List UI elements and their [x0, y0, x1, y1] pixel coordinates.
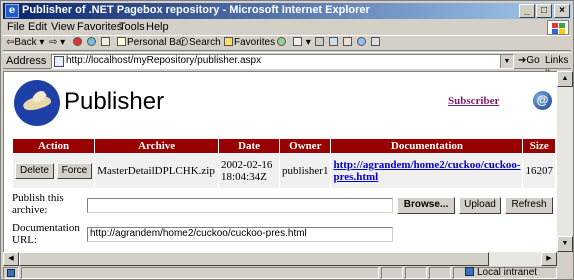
scroll-up-icon[interactable]: ▲ [557, 71, 573, 87]
back-button[interactable]: ⇦Back ▾ [6, 37, 44, 48]
horizontal-scrollbar[interactable]: ◀ ▶ [3, 252, 557, 266]
browser-window: e Publisher of .NET Pagebox repository -… [0, 0, 574, 280]
title-bar: e Publisher of .NET Pagebox repository -… [3, 3, 571, 19]
archive-file-input[interactable] [87, 198, 393, 213]
menu-favorites[interactable]: Favorites [77, 21, 122, 33]
documentation-url-input[interactable]: http://agrandem/home2/cuckoo/cuckoo-pres… [87, 227, 393, 242]
page-viewport: Publisher Subscriber @ Action Archive Da… [3, 71, 557, 252]
vertical-scrollbar[interactable]: ▲ ▼ [557, 71, 573, 252]
archive-field-label: Publish this archive: [12, 192, 64, 216]
status-icon-pane [3, 267, 19, 279]
zone-icon [465, 267, 474, 276]
address-label: Address [6, 55, 47, 67]
delete-button[interactable]: Delete [15, 163, 54, 179]
col-size: Size [523, 139, 555, 153]
mail-icon[interactable]: @ [533, 91, 552, 110]
favorites-button[interactable]: Favorites [224, 37, 275, 48]
stop-icon[interactable] [73, 37, 83, 48]
ie-icon: e [5, 4, 19, 18]
subscriber-link[interactable]: Subscriber [448, 95, 499, 107]
action-cell: Delete Force [13, 154, 95, 188]
scroll-left-icon[interactable]: ◀ [3, 252, 19, 266]
col-documentation: Documentation [331, 139, 523, 153]
horizontal-scroll-thumb[interactable] [19, 252, 489, 266]
search-button[interactable]: Search [179, 37, 221, 48]
documentation-link[interactable]: http://agrandem/home2/cuckoo/cuckoo-pres… [333, 159, 520, 183]
page-status-icon [7, 269, 15, 277]
home-icon[interactable] [101, 37, 111, 48]
print-icon[interactable] [315, 37, 325, 48]
documentation-field-label: Documentation URL: [12, 222, 80, 246]
zone-status: Local intranet [465, 267, 537, 278]
menu-edit[interactable]: Edit [28, 21, 47, 33]
status-pane [381, 267, 403, 279]
table-row: Delete Force MasterDetailDPLCHK.zip 2002… [13, 154, 555, 188]
menu-bar: File Edit View Favorites Tools Help [3, 20, 571, 36]
chevron-down-icon[interactable]: ▼ [500, 55, 513, 68]
size-cell: 16207 [523, 154, 555, 188]
menu-view[interactable]: View [51, 21, 75, 33]
menu-file[interactable]: File [7, 21, 25, 33]
menu-tools[interactable]: Tools [119, 21, 145, 33]
archive-table: Action Archive Date Owner Documentation … [12, 138, 556, 189]
history-icon[interactable] [277, 37, 287, 48]
favorites-icon [224, 37, 233, 46]
address-input[interactable]: http://localhost/myRepository/publisher.… [51, 54, 514, 69]
minimize-button[interactable]: _ [519, 4, 535, 18]
refresh-button[interactable]: Refresh [505, 197, 553, 214]
col-date: Date [219, 139, 280, 153]
forward-button[interactable]: ⇨ ▾ [49, 37, 65, 48]
status-text-pane [21, 267, 379, 279]
documentation-cell: http://agrandem/home2/cuckoo/cuckoo-pres… [331, 154, 523, 188]
force-button[interactable]: Force [56, 163, 93, 179]
col-action: Action [13, 139, 95, 153]
date-cell: 2002-02-16 18:04:34Z [219, 154, 280, 188]
publisher-logo [14, 80, 60, 126]
address-url: http://localhost/myRepository/publisher.… [66, 55, 262, 66]
mail-icon[interactable]: ▾ [293, 37, 311, 48]
col-owner: Owner [280, 139, 331, 153]
search-icon [179, 37, 188, 46]
status-pane [405, 267, 427, 279]
personal-bar-button[interactable]: Personal Bar [117, 37, 185, 48]
personal-bar-icon [117, 37, 126, 46]
owner-cell: publisher1 [280, 154, 331, 188]
page-icon [54, 56, 64, 67]
forward-icon: ⇨ [49, 37, 58, 48]
address-bar: Address http://localhost/myRepository/pu… [3, 52, 571, 77]
window-title: Publisher of .NET Pagebox repository - M… [22, 4, 370, 16]
upload-button[interactable]: Upload [459, 197, 501, 214]
menu-help[interactable]: Help [146, 21, 169, 33]
go-button[interactable]: ➔Go [518, 55, 540, 66]
status-pane [429, 267, 451, 279]
close-button[interactable]: × [554, 4, 570, 18]
research-icon[interactable] [371, 37, 381, 48]
refresh-icon[interactable] [87, 37, 97, 48]
archive-cell: MasterDetailDPLCHK.zip [95, 154, 219, 188]
scroll-down-icon[interactable]: ▼ [557, 236, 573, 252]
col-archive: Archive [95, 139, 219, 153]
table-header-row: Action Archive Date Owner Documentation … [13, 139, 555, 153]
discuss-icon[interactable] [343, 37, 353, 48]
windows-logo-icon [547, 20, 569, 35]
status-bar: Local intranet [3, 267, 571, 279]
browse-button[interactable]: Browse... [397, 197, 455, 214]
toolbar: ⇦Back ▾ ⇨ ▾ Personal Bar Search Favorite… [3, 37, 571, 51]
scroll-right-icon[interactable]: ▶ [541, 252, 557, 266]
edit-icon[interactable] [329, 37, 339, 48]
page-title: Publisher [64, 88, 165, 115]
messenger-icon[interactable] [357, 37, 367, 48]
maximize-button[interactable]: □ [536, 4, 552, 18]
